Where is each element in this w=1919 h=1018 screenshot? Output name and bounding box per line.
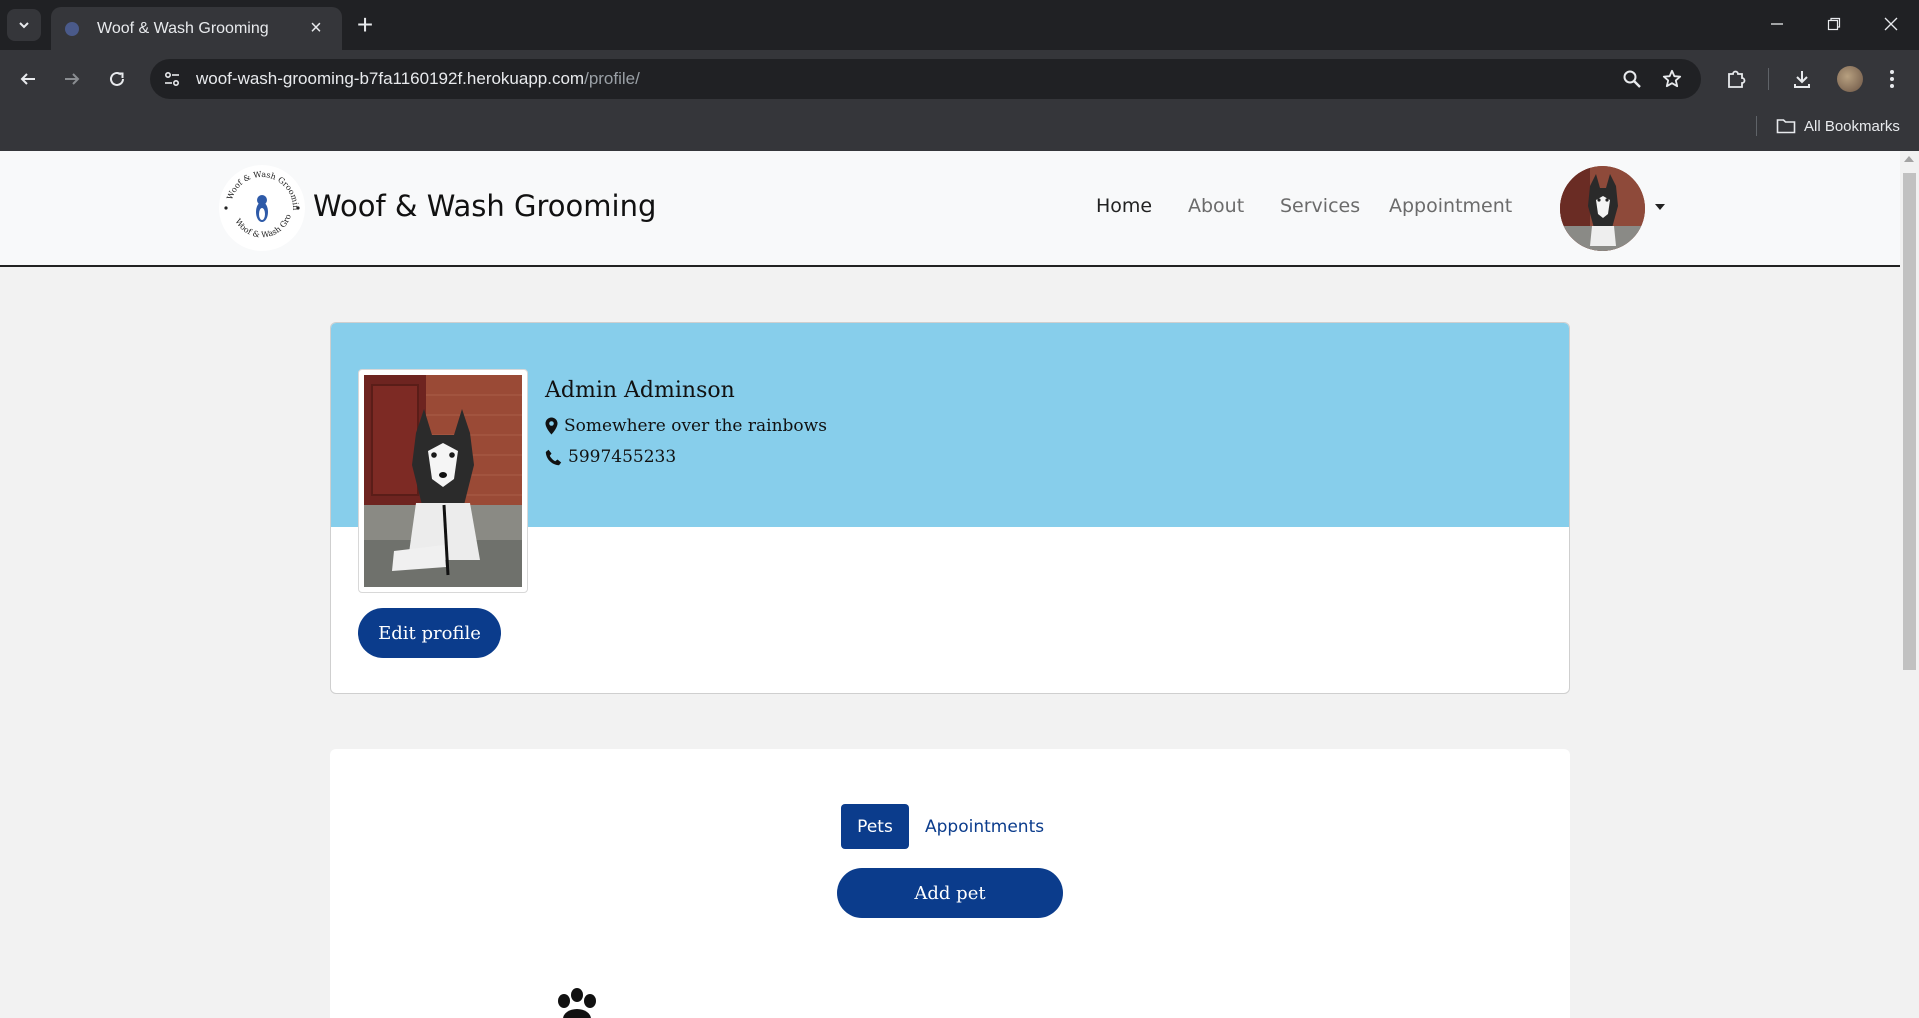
arrow-left-icon: [20, 73, 35, 85]
tab-pets[interactable]: Pets: [841, 804, 909, 849]
nav-services[interactable]: Services: [1280, 195, 1360, 217]
star-icon: [1662, 69, 1682, 88]
page-viewport: Woof & Wash Grooming Woof & Wash Groomin…: [0, 151, 1900, 1018]
all-bookmarks-button[interactable]: All Bookmarks: [1776, 114, 1900, 138]
kebab-menu-icon: [1890, 70, 1894, 88]
reload-button[interactable]: [100, 62, 134, 96]
zoom-icon: [1623, 70, 1641, 88]
profile-location: Somewhere over the rainbows: [564, 416, 827, 436]
profile-phone-row: 5997455233: [545, 447, 676, 467]
user-menu-caret-icon[interactable]: [1655, 204, 1665, 210]
url-host: woof-wash-grooming-b7fa1160192f.herokuap…: [196, 69, 585, 88]
tab-close-icon[interactable]: ×: [304, 17, 328, 41]
folder-icon: [1776, 119, 1796, 134]
address-bar[interactable]: woof-wash-grooming-b7fa1160192f.herokuap…: [150, 59, 1701, 99]
url-path: /profile/: [584, 69, 640, 88]
browser-profile-avatar[interactable]: [1837, 66, 1863, 92]
brand-logo[interactable]: Woof & Wash Grooming Woof & Wash Groomin…: [219, 165, 305, 251]
browser-menu-button[interactable]: [1875, 62, 1909, 96]
site-favicon-icon: [65, 21, 79, 36]
dog-logo-icon: Woof & Wash Grooming Woof & Wash Groomin…: [219, 165, 303, 249]
all-bookmarks-label: All Bookmarks: [1804, 117, 1900, 135]
zoom-button[interactable]: [1617, 64, 1647, 94]
site-info-button[interactable]: [157, 64, 187, 94]
bookmarks-bar: [0, 107, 1919, 151]
add-pet-button[interactable]: Add pet: [837, 868, 1063, 918]
profile-location-row: Somewhere over the rainbows: [545, 416, 827, 436]
close-icon: [1884, 17, 1898, 31]
tune-icon: [164, 71, 180, 87]
scroll-up-arrow-icon[interactable]: [1904, 156, 1914, 162]
puzzle-icon: [1728, 70, 1746, 88]
nav-about[interactable]: About: [1188, 195, 1244, 217]
husky-avatar-image: [1560, 166, 1645, 251]
close-window-button[interactable]: [1868, 8, 1914, 40]
pets-card: Pets Appointments Add pet: [330, 749, 1570, 1018]
extensions-button[interactable]: [1719, 62, 1753, 96]
scrollbar-thumb[interactable]: [1903, 173, 1916, 670]
bookmarks-separator: [1756, 116, 1757, 136]
reload-icon: [110, 71, 124, 86]
restore-button[interactable]: [1811, 8, 1857, 40]
nav-home[interactable]: Home: [1096, 195, 1152, 217]
husky-photo-image: [364, 375, 522, 587]
forward-button[interactable]: [55, 62, 89, 96]
arrow-right-icon: [65, 73, 80, 85]
chevron-down-icon: [19, 22, 29, 29]
tab-appointments[interactable]: Appointments: [919, 804, 1050, 849]
minimize-button[interactable]: [1754, 8, 1800, 40]
minimize-icon: [1771, 23, 1783, 25]
tab-title: Woof & Wash Grooming: [97, 19, 269, 37]
paw-icon: [558, 988, 596, 1018]
restore-icon: [1827, 17, 1841, 31]
profile-photo: [358, 369, 528, 593]
user-avatar[interactable]: [1560, 166, 1645, 251]
back-button[interactable]: [11, 62, 45, 96]
toolbar-separator: [1768, 68, 1769, 90]
site-navbar: Woof & Wash Grooming Woof & Wash Groomin…: [0, 151, 1900, 267]
new-tab-button[interactable]: +: [350, 10, 380, 40]
brand-name[interactable]: Woof & Wash Grooming: [313, 189, 656, 223]
downloads-button[interactable]: [1785, 62, 1819, 96]
profile-name: Admin Adminson: [545, 378, 735, 403]
phone-icon: [545, 449, 562, 465]
bookmark-star-button[interactable]: [1657, 64, 1687, 94]
edit-profile-button[interactable]: Edit profile: [358, 608, 501, 658]
profile-card: Admin Adminson Somewhere over the rainbo…: [330, 322, 1570, 694]
tab-search-button[interactable]: [7, 9, 41, 41]
nav-appointment[interactable]: Appointment: [1389, 195, 1512, 217]
profile-phone: 5997455233: [568, 447, 677, 467]
browser-tab-active[interactable]: Woof & Wash Grooming ×: [51, 7, 342, 50]
map-pin-icon: [545, 417, 558, 435]
download-icon: [1794, 71, 1810, 88]
